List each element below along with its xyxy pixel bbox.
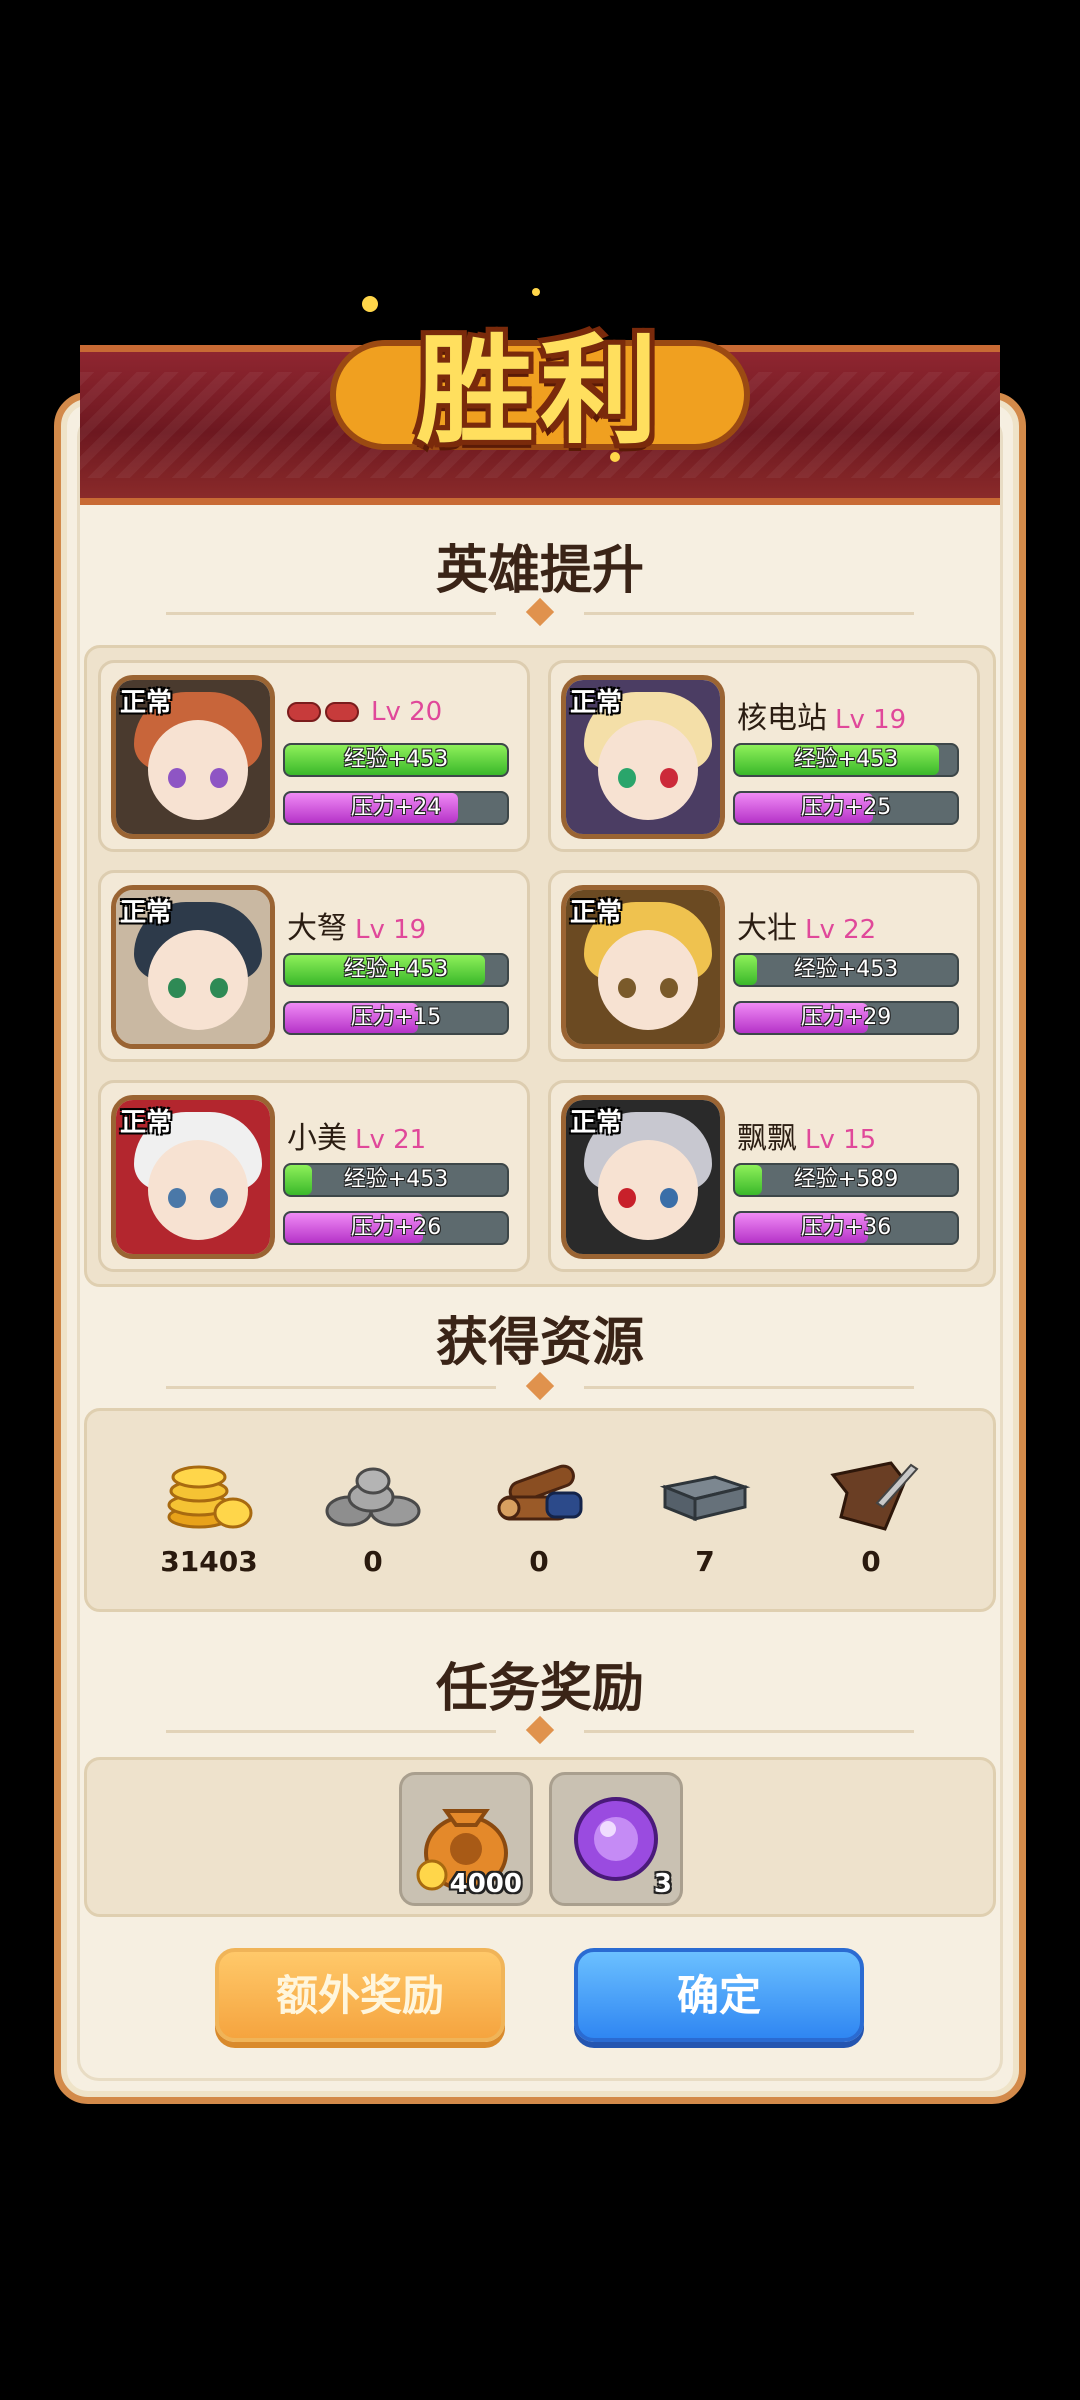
resource-leather: 0 [811, 1453, 931, 1578]
pressure-bar: 压力+36 [733, 1211, 959, 1245]
hero-level: Lv 15 [805, 1125, 877, 1155]
meat-icon [325, 701, 359, 722]
hero-card[interactable]: 正常 大弩 Lv 19 经验+453 压力+15 [98, 870, 530, 1062]
divider [166, 1371, 914, 1401]
hero-level: Lv 21 [355, 1125, 427, 1155]
exp-bar: 经验+589 [733, 1163, 959, 1197]
divider [166, 597, 914, 627]
reward-quantity: 3 [653, 1869, 672, 1899]
resource-value: 0 [529, 1545, 549, 1578]
hero-card[interactable]: 正常 小美 Lv 21 经验+453 压力+26 [98, 1080, 530, 1272]
resource-value: 0 [861, 1545, 881, 1578]
reward-list: 4000 3 [84, 1757, 996, 1917]
hero-name: Lv 20 [287, 693, 442, 728]
hero-level: Lv 22 [805, 915, 877, 945]
leather-icon [821, 1453, 921, 1533]
hero-card[interactable]: 正常 核电站 Lv 19 经验+453 压力+25 [548, 660, 980, 852]
gold-coins-icon [159, 1453, 259, 1533]
resource-value: 7 [695, 1545, 715, 1578]
resource-gold: 31403 [149, 1453, 269, 1578]
exp-bar: 经验+453 [283, 953, 509, 987]
sparkle-icon [362, 296, 378, 312]
hero-level: Lv 20 [371, 697, 443, 727]
hero-card[interactable]: 正常 Lv 20 经验+453 压力+24 [98, 660, 530, 852]
hero-card[interactable]: 正常 飘飘 Lv 15 经验+589 压力+36 [548, 1080, 980, 1272]
hero-status: 正常 [570, 1108, 623, 1138]
section-title-heroes: 英雄提升 [435, 541, 644, 601]
hero-name: 大弩 Lv 19 [287, 911, 427, 946]
hero-portrait: 正常 [561, 1095, 725, 1259]
section-title-rewards: 任务奖励 [435, 1659, 644, 1719]
hero-name: 核电站 Lv 19 [737, 701, 907, 736]
resource-stone: 0 [313, 1453, 433, 1578]
victory-banner: 胜利 [330, 280, 750, 480]
extra-reward-button[interactable]: 额外奖励 [215, 1948, 505, 2042]
pressure-bar: 压力+25 [733, 791, 959, 825]
hero-status: 正常 [570, 688, 623, 718]
resource-wood: 0 [479, 1453, 599, 1578]
victory-title: 胜利 [415, 321, 664, 460]
resource-value: 0 [363, 1545, 383, 1578]
meat-icon [287, 701, 321, 722]
section-title-resources: 获得资源 [435, 1313, 644, 1373]
hero-portrait: 正常 [111, 675, 275, 839]
pressure-bar: 压力+15 [283, 1001, 509, 1035]
exp-bar: 经验+453 [733, 953, 959, 987]
pressure-bar: 压力+24 [283, 791, 509, 825]
pressure-bar: 压力+29 [733, 1001, 959, 1035]
hero-name: 大壮 Lv 22 [737, 911, 877, 946]
exp-bar: 经验+453 [283, 743, 509, 777]
confirm-button[interactable]: 确定 [574, 1948, 864, 2042]
hero-level: Lv 19 [355, 915, 427, 945]
hero-card[interactable]: 正常 大壮 Lv 22 经验+453 压力+29 [548, 870, 980, 1062]
hero-status: 正常 [570, 898, 623, 928]
wood-logs-icon [489, 1453, 589, 1533]
hero-portrait: 正常 [561, 675, 725, 839]
sparkle-icon [610, 452, 620, 462]
hero-portrait: 正常 [111, 885, 275, 1049]
resource-iron: 7 [645, 1453, 765, 1578]
hero-status: 正常 [120, 688, 173, 718]
exp-bar: 经验+453 [733, 743, 959, 777]
reward-item[interactable]: 4000 [399, 1772, 533, 1906]
stone-icon [323, 1453, 423, 1533]
hero-name: 飘飘 Lv 15 [737, 1121, 877, 1156]
hero-name: 小美 Lv 21 [287, 1121, 427, 1156]
reward-item[interactable]: 3 [549, 1772, 683, 1906]
hero-status: 正常 [120, 898, 173, 928]
hero-portrait: 正常 [111, 1095, 275, 1259]
hero-level: Lv 19 [835, 705, 907, 735]
pressure-bar: 压力+26 [283, 1211, 509, 1245]
hero-status: 正常 [120, 1108, 173, 1138]
exp-bar: 经验+453 [283, 1163, 509, 1197]
reward-quantity: 4000 [449, 1869, 522, 1899]
sparkle-icon [532, 288, 540, 296]
resource-value: 31403 [160, 1545, 258, 1578]
iron-ingot-icon [655, 1453, 755, 1533]
divider [166, 1715, 914, 1745]
resource-list: 31403 0 0 7 0 [84, 1408, 996, 1612]
hero-portrait: 正常 [561, 885, 725, 1049]
